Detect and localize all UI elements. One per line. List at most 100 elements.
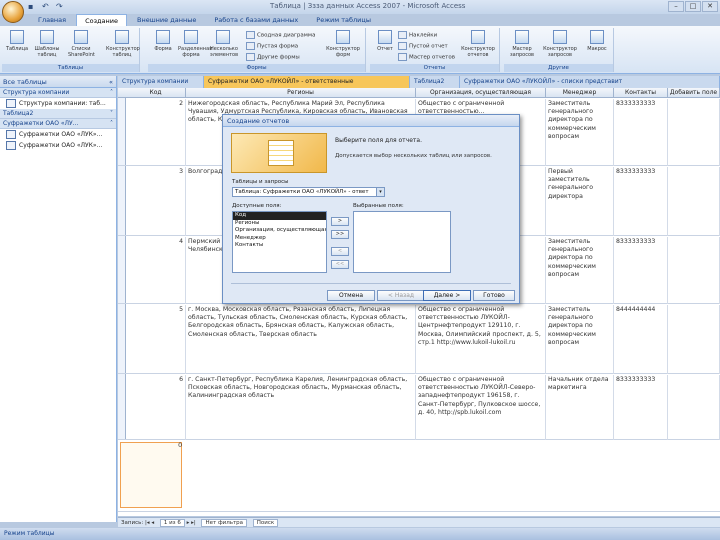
blank-form-button[interactable]: Пустая форма — [246, 42, 298, 50]
nav-item-suffragettes-1[interactable]: Суфражетки ОАО «ЛУК»... — [0, 129, 116, 140]
close-button[interactable]: ✕ — [702, 1, 718, 12]
first-record-icon[interactable]: |◂ — [145, 520, 150, 526]
row-selector[interactable] — [118, 374, 126, 439]
cell-manager[interactable]: Первый заместитель генерального директор… — [546, 167, 614, 236]
split-form-button[interactable]: Разделенная форма — [178, 30, 212, 58]
finish-button[interactable]: Готово — [473, 290, 515, 301]
report-button[interactable]: Отчет — [372, 30, 398, 52]
list-item[interactable]: Контакты — [233, 242, 326, 250]
cell-id[interactable]: 0 — [126, 441, 184, 512]
cell-id[interactable]: 2 — [126, 99, 186, 166]
cell-id[interactable]: 6 — [126, 375, 186, 440]
list-item[interactable]: Код — [233, 212, 326, 220]
office-button[interactable] — [2, 1, 24, 23]
list-item[interactable]: Организация, осуществляющая... — [233, 227, 326, 235]
report-wizard-button[interactable]: Мастер отчетов — [398, 53, 455, 61]
move-one-left-button[interactable]: < — [331, 247, 349, 256]
tab-home[interactable]: Главная — [30, 14, 74, 26]
macro-button[interactable]: Макрос — [584, 30, 610, 52]
cell-contacts[interactable]: 8444444444 — [614, 305, 668, 374]
cell-regions[interactable]: г. Москва, Московская область, Рязанская… — [186, 305, 416, 374]
chevron-double-left-icon[interactable]: « — [109, 76, 113, 88]
selected-fields-list[interactable] — [353, 211, 451, 273]
cell-add-field[interactable] — [668, 237, 720, 304]
tables-queries-select[interactable]: Таблица: Суфражетки ОАО «ЛУКОЙЛ» - ответ — [232, 187, 384, 197]
minimize-button[interactable]: – — [668, 1, 684, 12]
pivot-chart-button[interactable]: Сводная диаграмма — [246, 31, 315, 39]
cell-add-field[interactable] — [668, 305, 720, 374]
cell-manager[interactable]: Заместитель генерального директора по ко… — [546, 99, 614, 166]
sharepoint-lists-button[interactable]: Списки SharePoint — [68, 30, 95, 58]
column-header-regions[interactable]: Регионы — [186, 88, 416, 98]
cell-regions[interactable]: г. Санкт-Петербург, Республика Карелия, … — [186, 375, 416, 440]
row-selector[interactable] — [118, 236, 126, 303]
cell-manager[interactable]: Начальник отдела маркетинга — [546, 375, 614, 440]
row-selector[interactable] — [118, 98, 126, 165]
nav-group-suffragettes[interactable]: Суфражетки ОАО «ЛУ... ˄ — [0, 119, 116, 129]
new-record-row[interactable]: 0 — [118, 440, 720, 512]
query-design-button[interactable]: Конструктор запросов — [540, 30, 580, 58]
table-templates-button[interactable]: Шаблоны таблиц — [34, 30, 60, 58]
row-selector[interactable] — [118, 166, 126, 235]
list-item[interactable]: Менеджер — [233, 235, 326, 243]
blank-report-button[interactable]: Пустой отчет — [398, 42, 448, 50]
cell-manager[interactable]: Заместитель генерального директора по ко… — [546, 305, 614, 374]
cell-contacts[interactable]: 8333333333 — [614, 99, 668, 166]
redo-icon[interactable]: ↷ — [56, 2, 66, 11]
doc-tab-structure[interactable]: Структура компании — [118, 76, 204, 88]
nav-item-structure-table[interactable]: Структура компании: таб... — [0, 98, 116, 109]
tab-database-tools[interactable]: Работа с базами данных — [206, 14, 306, 26]
multiple-items-button[interactable]: Несколько элементов — [210, 30, 238, 58]
cell-id[interactable]: 3 — [126, 167, 186, 236]
labels-button[interactable]: Наклейки — [398, 31, 437, 39]
nav-pane-header[interactable]: Все таблицы « — [0, 76, 116, 88]
filter-indicator[interactable]: Нет фильтра — [201, 519, 248, 527]
more-forms-button[interactable]: Другие формы — [246, 53, 300, 61]
doc-tab-suffragettes-responsible[interactable]: Суфражетки ОАО «ЛУКОЙЛ» - ответственные — [204, 76, 410, 88]
form-design-button[interactable]: Конструктор форм — [324, 30, 362, 58]
cell-contacts[interactable]: 8333333333 — [614, 167, 668, 236]
move-all-right-button[interactable]: >> — [331, 230, 349, 239]
cancel-button[interactable]: Отмена — [327, 290, 375, 301]
available-fields-list[interactable]: Код Регионы Организация, осуществляющая.… — [232, 211, 327, 273]
table-row[interactable]: 6 г. Санкт-Петербург, Республика Карелия… — [118, 374, 720, 440]
report-design-button[interactable]: Конструктор отчетов — [460, 30, 496, 58]
cell-add-field[interactable] — [668, 375, 720, 440]
cell-contacts[interactable]: 8333333333 — [614, 375, 668, 440]
cell-id[interactable]: 5 — [126, 305, 186, 374]
record-position[interactable]: 1 из 6 — [159, 519, 185, 527]
list-item[interactable]: Регионы — [233, 220, 326, 228]
nav-item-suffragettes-2[interactable]: Суфражетки ОАО «ЛУК»... — [0, 140, 116, 151]
tab-create[interactable]: Создание — [76, 14, 128, 26]
maximize-button[interactable]: □ — [685, 1, 701, 12]
previous-record-icon[interactable]: ◂ — [151, 520, 154, 526]
cell-id[interactable]: 4 — [126, 237, 186, 304]
column-header-add-field[interactable]: Добавить поле — [668, 88, 720, 98]
row-selector[interactable] — [118, 304, 126, 373]
cell-organization[interactable]: Общество с ограниченной ответственностью… — [416, 305, 546, 374]
save-icon[interactable]: ▪ — [28, 2, 38, 11]
cell-add-field[interactable] — [668, 167, 720, 236]
cell-organization[interactable]: Общество с ограниченной ответственностью… — [416, 375, 546, 440]
form-button[interactable]: Форма — [150, 30, 176, 52]
move-all-left-button[interactable]: << — [331, 260, 349, 269]
next-button[interactable]: Далее > — [423, 290, 471, 301]
doc-tab-table2[interactable]: Таблица2 — [410, 76, 460, 88]
cell-add-field[interactable] — [668, 99, 720, 166]
column-header-organization[interactable]: Организация, осуществляющая — [416, 88, 546, 98]
query-wizard-button[interactable]: Мастер запросов — [506, 30, 538, 58]
last-record-icon[interactable]: ▸| — [191, 520, 196, 526]
tab-external-data[interactable]: Внешние данные — [129, 14, 204, 26]
tab-datasheet[interactable]: Режим таблицы — [308, 14, 379, 26]
column-header-contacts[interactable]: Контакты — [614, 88, 668, 98]
nav-group-table2[interactable]: Таблица2 ˅ — [0, 109, 116, 119]
doc-tab-suffragettes-lists[interactable]: Суфражетки ОАО «ЛУКОЙЛ» - списки предста… — [460, 76, 720, 88]
table-row[interactable]: 5 г. Москва, Московская область, Рязанск… — [118, 304, 720, 374]
table-design-button[interactable]: Конструктор таблиц — [106, 30, 140, 58]
table-button[interactable]: Таблица — [4, 30, 30, 52]
back-button[interactable]: < Назад — [377, 290, 425, 301]
move-one-right-button[interactable]: > — [331, 217, 349, 226]
nav-group-structure[interactable]: Структура компании ˄ — [0, 88, 116, 98]
undo-icon[interactable]: ↶ — [42, 2, 52, 11]
cell-contacts[interactable]: 8333333333 — [614, 237, 668, 304]
